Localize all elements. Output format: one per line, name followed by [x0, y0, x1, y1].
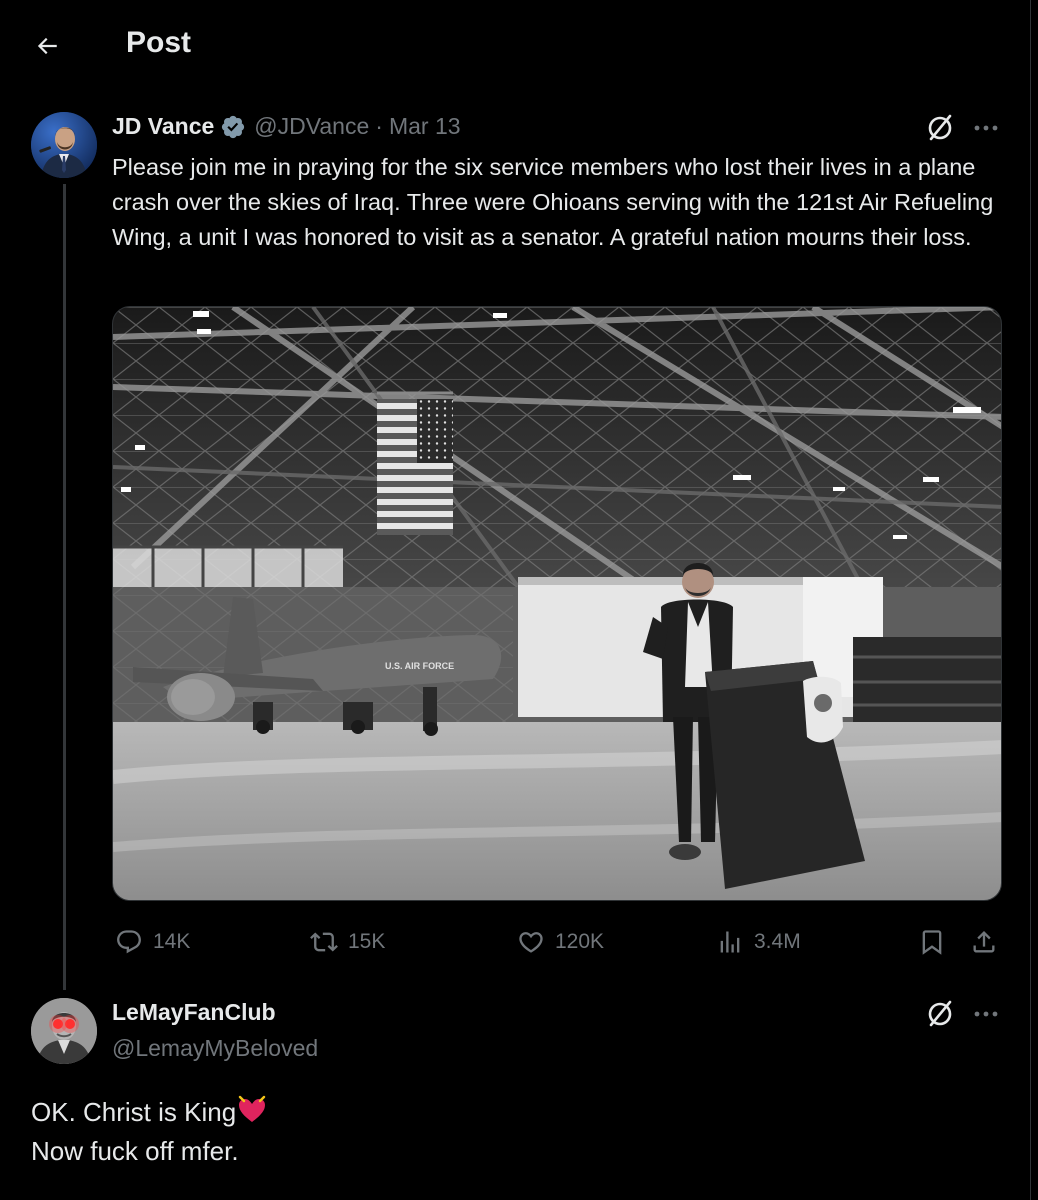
- grok-icon[interactable]: [924, 112, 956, 144]
- author-name[interactable]: JD Vance: [112, 113, 214, 140]
- repost-icon: [310, 932, 338, 952]
- grok-icon[interactable]: [924, 998, 956, 1030]
- reply-button[interactable]: 14K: [115, 920, 190, 964]
- hangar-photo: U.S. AIR FORCE: [113, 307, 1001, 900]
- profile-photo: [31, 112, 97, 178]
- bookmark-icon: [922, 930, 942, 955]
- share-icon: [973, 931, 995, 953]
- plane-marking: U.S. AIR FORCE: [385, 661, 454, 671]
- tweet-header: JD Vance @JDVance · Mar 13: [112, 113, 461, 140]
- thread-connector-line: [63, 184, 66, 990]
- reply-author-name[interactable]: LeMayFanClub: [112, 999, 276, 1026]
- repost-button[interactable]: 15K: [310, 920, 385, 964]
- avatar[interactable]: [31, 112, 97, 178]
- podium: [705, 661, 865, 889]
- back-button[interactable]: [22, 24, 72, 68]
- separator-dot: ·: [375, 113, 383, 139]
- heart-icon: [519, 932, 543, 953]
- author-handle[interactable]: @JDVance: [254, 113, 369, 140]
- repost-count: 15K: [348, 930, 386, 953]
- arrow-left-icon: [37, 37, 57, 55]
- reply-body-text: OK. Christ is King Now fuck off mfer.: [31, 1093, 268, 1171]
- reply-author-handle[interactable]: @LemayMyBeloved: [112, 1035, 318, 1062]
- like-count: 120K: [555, 930, 605, 953]
- tweet-body-text: Please join me in praying for the six se…: [112, 154, 994, 250]
- more-options-icon[interactable]: [968, 998, 1004, 1030]
- bookmark-button[interactable]: [918, 920, 946, 964]
- reply-icon: [117, 930, 141, 954]
- tweet-top-actions: [924, 112, 1004, 144]
- page-header: Post: [0, 0, 1031, 88]
- page-title: Post: [126, 26, 192, 59]
- post-page: Post JD Vance @JDVance · Mar 13 Please j…: [0, 0, 1031, 1200]
- views-chart-icon: [720, 931, 740, 953]
- verified-badge-icon: [222, 115, 245, 138]
- tweet-date[interactable]: Mar 13: [389, 113, 461, 140]
- views-button[interactable]: 3.4M: [716, 920, 801, 964]
- avatar[interactable]: [31, 998, 97, 1064]
- more-options-icon[interactable]: [968, 112, 1004, 144]
- heart-with-ribbon-emoji-icon: [238, 1095, 266, 1122]
- reply-line-2: Now fuck off mfer.: [31, 1136, 239, 1166]
- like-button[interactable]: 120K: [517, 920, 604, 964]
- reply-top-actions: [924, 998, 1004, 1030]
- share-button[interactable]: [970, 920, 998, 964]
- reply-count: 14K: [153, 930, 191, 953]
- engagement-bar: 14K 15K 120K 3.4M: [112, 920, 1007, 964]
- view-count: 3.4M: [754, 930, 801, 953]
- profile-photo: [31, 998, 97, 1064]
- tweet-image[interactable]: U.S. AIR FORCE: [112, 306, 1002, 901]
- reply-line-1: OK. Christ is King: [31, 1093, 268, 1132]
